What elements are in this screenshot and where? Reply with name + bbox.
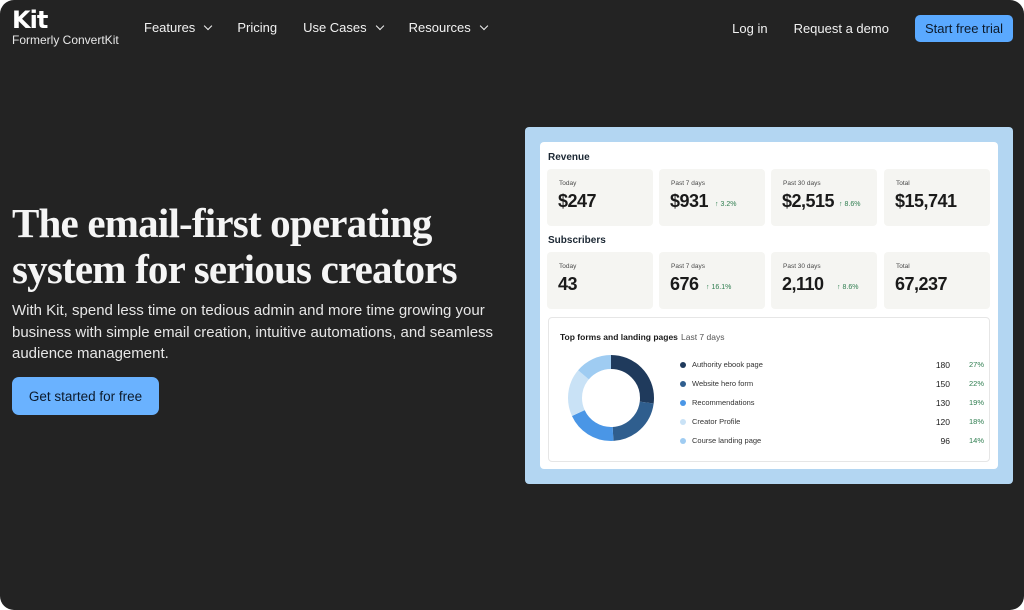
stat-label: Past 7 days <box>671 263 705 270</box>
legend-dot-icon <box>680 419 686 425</box>
legend-dot-icon <box>680 362 686 368</box>
stat-change: ↑ 8.6% <box>839 201 860 208</box>
legend-row: Website hero form 150 22% <box>680 379 986 391</box>
hero-description: With Kit, spend less time on tedious adm… <box>12 302 494 362</box>
chevron-down-icon <box>375 21 384 30</box>
legend-count: 150 <box>935 379 950 389</box>
revenue-30d-card: Past 30 days $2,515 ↑ 8.6% <box>771 169 877 226</box>
legend-name: Creator Profile <box>692 417 741 426</box>
stat-value: 43 <box>558 274 578 294</box>
stat-value: 2,110 <box>782 274 824 294</box>
legend-row: Recommendations 130 19% <box>680 398 986 410</box>
legend-percent: 14% <box>968 436 984 445</box>
legend-count: 180 <box>935 360 950 370</box>
nav-resources[interactable]: Resources <box>408 20 489 35</box>
dashboard-preview-frame: Revenue Today $247 Past 7 days $931 ↑ 3.2… <box>525 127 1013 484</box>
stat-label: Past 30 days <box>783 180 821 187</box>
stat-change-value: 8.6% <box>844 201 861 208</box>
legend-row: Creator Profile 120 18% <box>680 417 986 429</box>
stat-label: Total <box>896 263 910 270</box>
revenue-7d-card: Past 7 days $931 ↑ 3.2% <box>659 169 765 226</box>
login-link[interactable]: Log in <box>732 21 767 36</box>
stat-value: 676 <box>670 274 699 294</box>
chevron-down-icon <box>204 21 213 30</box>
revenue-total-card: Total $15,741 <box>884 169 990 226</box>
legend-name: Authority ebook page <box>692 360 763 369</box>
stat-change: ↑ 3.2% <box>715 201 736 208</box>
stat-change-value: 8.6% <box>842 284 859 291</box>
stat-value: $15,741 <box>895 191 957 211</box>
stat-change-value: 3.2% <box>720 201 737 208</box>
page-frame: Kit Formerly ConvertKit Features Pricing… <box>0 0 1024 610</box>
revenue-today-card: Today $247 <box>547 169 653 226</box>
nav-features-label: Features <box>144 20 196 35</box>
stat-value: $247 <box>558 191 597 211</box>
legend-count: 120 <box>935 417 950 427</box>
main-nav: Features Pricing Use Cases Resources <box>144 20 513 35</box>
stat-change: ↑ 16.1% <box>706 284 731 291</box>
top-forms-title: Top forms and landing pages <box>560 332 678 342</box>
brand-logo[interactable]: Kit Formerly ConvertKit <box>12 8 119 47</box>
legend-dot-icon <box>680 400 686 406</box>
top-forms-panel: Top forms and landing pages Last 7 days … <box>548 317 990 462</box>
legend-name: Website hero form <box>692 379 754 388</box>
nav-use-cases-label: Use Cases <box>303 20 367 35</box>
subscribers-7d-card: Past 7 days 676 ↑ 16.1% <box>659 252 765 309</box>
top-forms-period: Last 7 days <box>681 332 725 342</box>
nav-actions: Log in Request a demo Start free trial <box>732 15 1013 42</box>
legend-row: Authority ebook page 180 27% <box>680 360 986 372</box>
up-arrow-icon: ↑ <box>839 201 843 208</box>
stat-change-value: 16.1% <box>711 284 732 291</box>
up-arrow-icon: ↑ <box>837 284 841 291</box>
subscribers-30d-card: Past 30 days 2,110 ↑ 8.6% <box>771 252 877 309</box>
nav-resources-label: Resources <box>408 20 471 35</box>
up-arrow-icon: ↑ <box>706 284 710 291</box>
chevron-down-icon <box>479 21 489 30</box>
stat-value: $2,515 <box>782 191 835 211</box>
subscribers-heading: Subscribers <box>548 235 606 246</box>
start-free-trial-button[interactable]: Start free trial <box>914 15 1013 42</box>
stat-label: Total <box>896 180 910 187</box>
subscribers-total-card: Total 67,237 <box>884 252 990 309</box>
request-demo-link[interactable]: Request a demo <box>794 21 889 36</box>
up-arrow-icon: ↑ <box>715 201 719 208</box>
stat-value: $931 <box>670 191 709 211</box>
legend-dot-icon <box>680 381 686 387</box>
legend-count: 96 <box>940 436 950 446</box>
hero-title: The email-first operating system for ser… <box>12 200 458 292</box>
stat-label: Past 7 days <box>671 180 705 187</box>
dashboard-card: Revenue Today $247 Past 7 days $931 ↑ 3.2… <box>540 142 998 469</box>
nav-use-cases[interactable]: Use Cases <box>303 20 384 35</box>
logo-subtitle: Formerly ConvertKit <box>12 33 119 47</box>
stat-label: Today <box>559 180 577 187</box>
legend-name: Recommendations <box>692 398 755 407</box>
legend-percent: 18% <box>968 417 984 426</box>
logo-wordmark: Kit <box>12 6 48 34</box>
nav-pricing[interactable]: Pricing <box>237 20 277 35</box>
legend-name: Course landing page <box>692 436 762 445</box>
nav-pricing-label: Pricing <box>237 20 278 35</box>
legend-percent: 27% <box>968 360 984 369</box>
forms-donut-chart <box>568 355 654 441</box>
stat-label: Today <box>559 263 577 270</box>
legend-dot-icon <box>680 438 686 444</box>
nav-features[interactable]: Features <box>144 20 213 35</box>
legend-count: 130 <box>935 398 950 408</box>
stat-label: Past 30 days <box>783 263 821 270</box>
subscribers-today-card: Today 43 <box>547 252 653 309</box>
stat-value: 67,237 <box>895 274 948 294</box>
get-started-button[interactable]: Get started for free <box>12 377 159 415</box>
legend-percent: 22% <box>968 379 984 388</box>
legend-percent: 19% <box>968 398 984 407</box>
legend-row: Course landing page 96 14% <box>680 436 986 448</box>
revenue-heading: Revenue <box>548 152 590 163</box>
stat-change: ↑ 8.6% <box>837 284 858 291</box>
